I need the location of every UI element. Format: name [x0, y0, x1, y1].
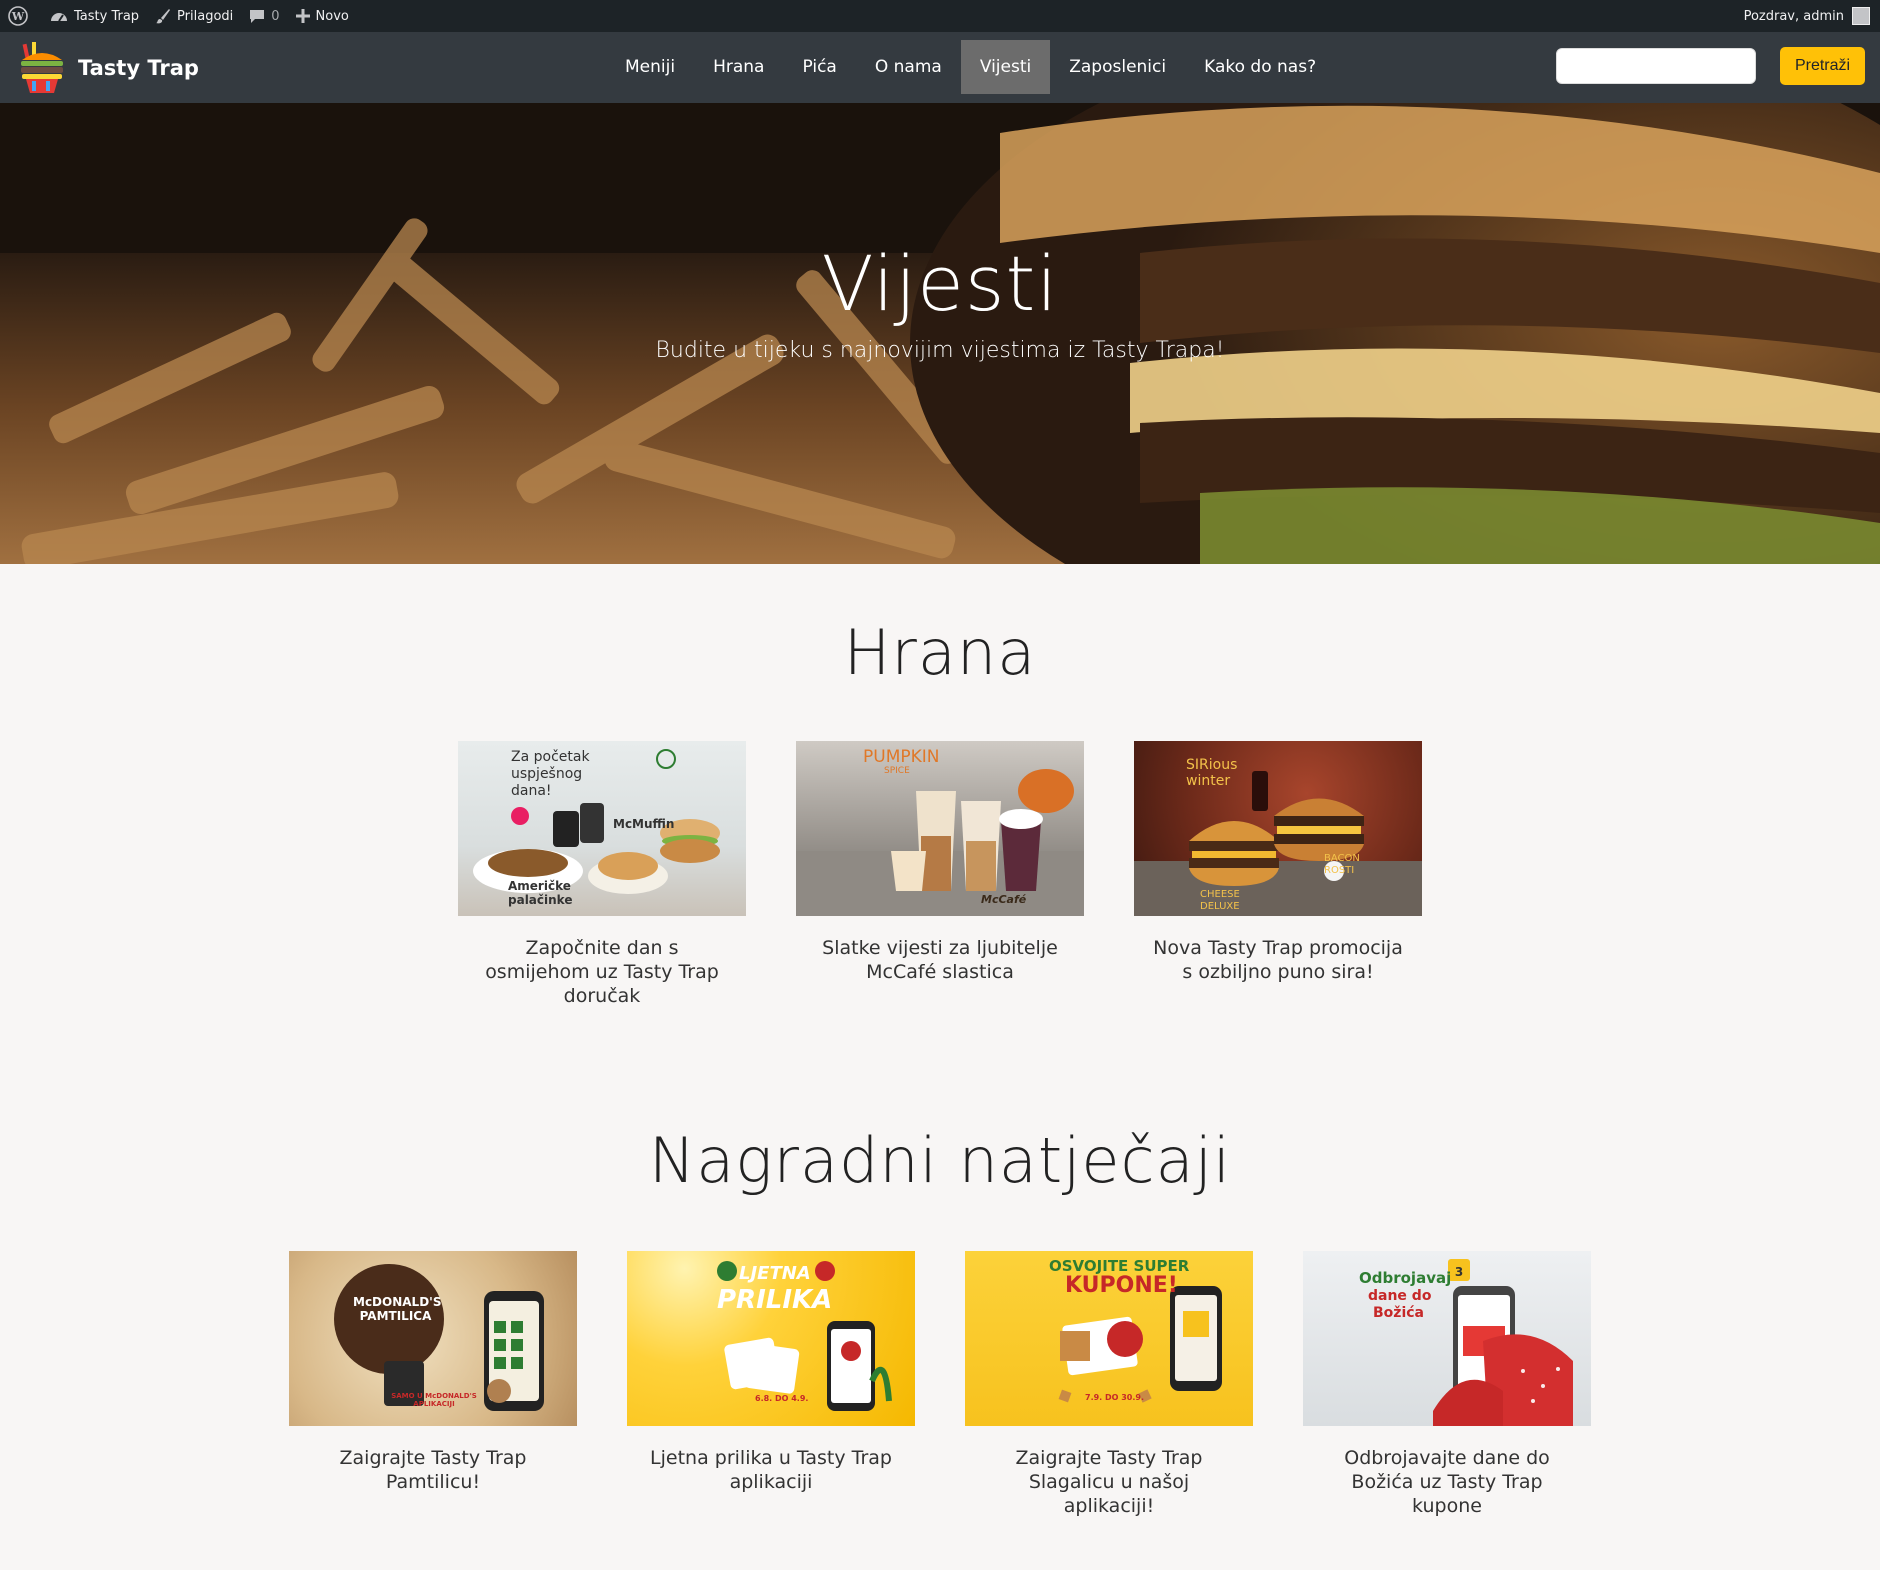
news-card-title[interactable]: Započnite dan s osmijehom uz Tasty Trap …	[458, 936, 746, 1008]
menu-item-o-nama[interactable]: O nama	[856, 40, 961, 94]
svg-text:W: W	[11, 10, 25, 23]
news-card-title[interactable]: Nova Tasty Trap promocija s ozbiljno pun…	[1134, 936, 1422, 984]
brush-icon	[156, 9, 171, 24]
slagalica-image: OSVOJITE SUPER KUPONE! 7.9. DO 30.9.	[965, 1251, 1253, 1426]
main-navbar: Tasty Trap Meniji Hrana Pića O nama Vije…	[0, 32, 1880, 103]
advent-calendar-image: 3 Odbrojavaj dane do Božića	[1303, 1251, 1591, 1426]
menu-item-meniji[interactable]: Meniji	[606, 40, 694, 94]
burger-logo-icon	[18, 42, 66, 94]
contest-card-title[interactable]: Zaigrajte Tasty Trap Slagalicu u našoj a…	[965, 1446, 1253, 1518]
menu-item-pica[interactable]: Pića	[783, 40, 855, 94]
brand-link[interactable]: Tasty Trap	[18, 42, 199, 94]
hero-banner: Vijesti Budite u tijeku s najnovijim vij…	[0, 103, 1880, 564]
contest-card-title[interactable]: Odbrojavajte dane do Božića uz Tasty Tra…	[1303, 1446, 1591, 1518]
news-card[interactable]: PUMPKIN SPICE McCafé Slatke vijesti za l…	[796, 741, 1084, 984]
menu-item-kako-do-nas[interactable]: Kako do nas?	[1185, 40, 1335, 94]
news-card[interactable]: Za početak uspješnog dana! McMuffin Amer…	[458, 741, 746, 1008]
menu-item-zaposlenici[interactable]: Zaposlenici	[1050, 40, 1185, 94]
greeting-label: Pozdrav, admin	[1743, 8, 1844, 24]
wordpress-icon: W	[8, 6, 28, 26]
breakfast-image: Za početak uspješnog dana! McMuffin Amer…	[458, 741, 746, 916]
menu-item-hrana[interactable]: Hrana	[694, 40, 783, 94]
site-name-label: Tasty Trap	[74, 8, 140, 24]
contest-card[interactable]: OSVOJITE SUPER KUPONE! 7.9. DO 30.9. Zai…	[965, 1251, 1253, 1518]
new-label: Novo	[315, 8, 349, 24]
pumpkin-spice-image: PUMPKIN SPICE McCafé	[796, 741, 1084, 916]
search-input[interactable]	[1556, 48, 1756, 84]
account-menu[interactable]: Pozdrav, admin	[1744, 7, 1880, 25]
search-button[interactable]: Pretraži	[1780, 47, 1865, 85]
avatar	[1852, 7, 1870, 25]
news-card[interactable]: SIRious winter BACON ROSTI CHEESE DELUXE…	[1134, 741, 1422, 984]
section-title-hrana: Hrana	[843, 616, 1037, 689]
plus-icon	[295, 9, 310, 23]
contest-card[interactable]: 3 Odbrojavaj dane do Božića Odbrojavajte…	[1303, 1251, 1591, 1518]
svg-text:3: 3	[1455, 1265, 1463, 1279]
cheese-burger-image: SIRious winter BACON ROSTI CHEESE DELUXE	[1134, 741, 1422, 916]
news-card-title[interactable]: Slatke vijesti za ljubitelje McCafé slas…	[796, 936, 1084, 984]
customize-label: Prilagodi	[177, 8, 234, 24]
ljetna-prilika-image: LJETNA PRILIKA 6.8. DO 4.9.	[627, 1251, 915, 1426]
main-menu: Meniji Hrana Pića O nama Vijesti Zaposle…	[606, 40, 1335, 94]
comments-count: 0	[271, 8, 280, 24]
pamtilica-image: McDONALD'S PAMTILICA SAMO U McDONALD'S A…	[289, 1251, 577, 1426]
hero-food-image	[0, 103, 1880, 564]
site-name-link[interactable]: Tasty Trap	[42, 0, 147, 32]
contest-card-title[interactable]: Ljetna prilika u Tasty Trap aplikaciji	[627, 1446, 915, 1494]
hero-subtitle: Budite u tijeku s najnovijim vijestima i…	[655, 338, 1225, 363]
contest-card-title[interactable]: Zaigrajte Tasty Trap Pamtilicu!	[289, 1446, 577, 1494]
customize-link[interactable]: Prilagodi	[147, 0, 241, 32]
wordpress-menu[interactable]: W	[0, 0, 42, 32]
dashboard-icon	[51, 13, 67, 22]
brand-name: Tasty Trap	[78, 56, 199, 80]
new-content-link[interactable]: Novo	[288, 0, 357, 32]
contest-card[interactable]: LJETNA PRILIKA 6.8. DO 4.9. Ljetna prili…	[627, 1251, 915, 1494]
comment-icon	[250, 10, 265, 23]
comments-link[interactable]: 0	[241, 0, 287, 32]
section-title-nagradni-natjecaji: Nagradni natječaji	[648, 1124, 1232, 1197]
contest-card[interactable]: McDONALD'S PAMTILICA SAMO U McDONALD'S A…	[289, 1251, 577, 1494]
menu-item-vijesti[interactable]: Vijesti	[960, 40, 1051, 94]
admin-bar: W Tasty Trap Prilagodi 0 Novo Pozdrav, a…	[0, 0, 1880, 32]
hero-title: Vijesti	[821, 239, 1059, 328]
